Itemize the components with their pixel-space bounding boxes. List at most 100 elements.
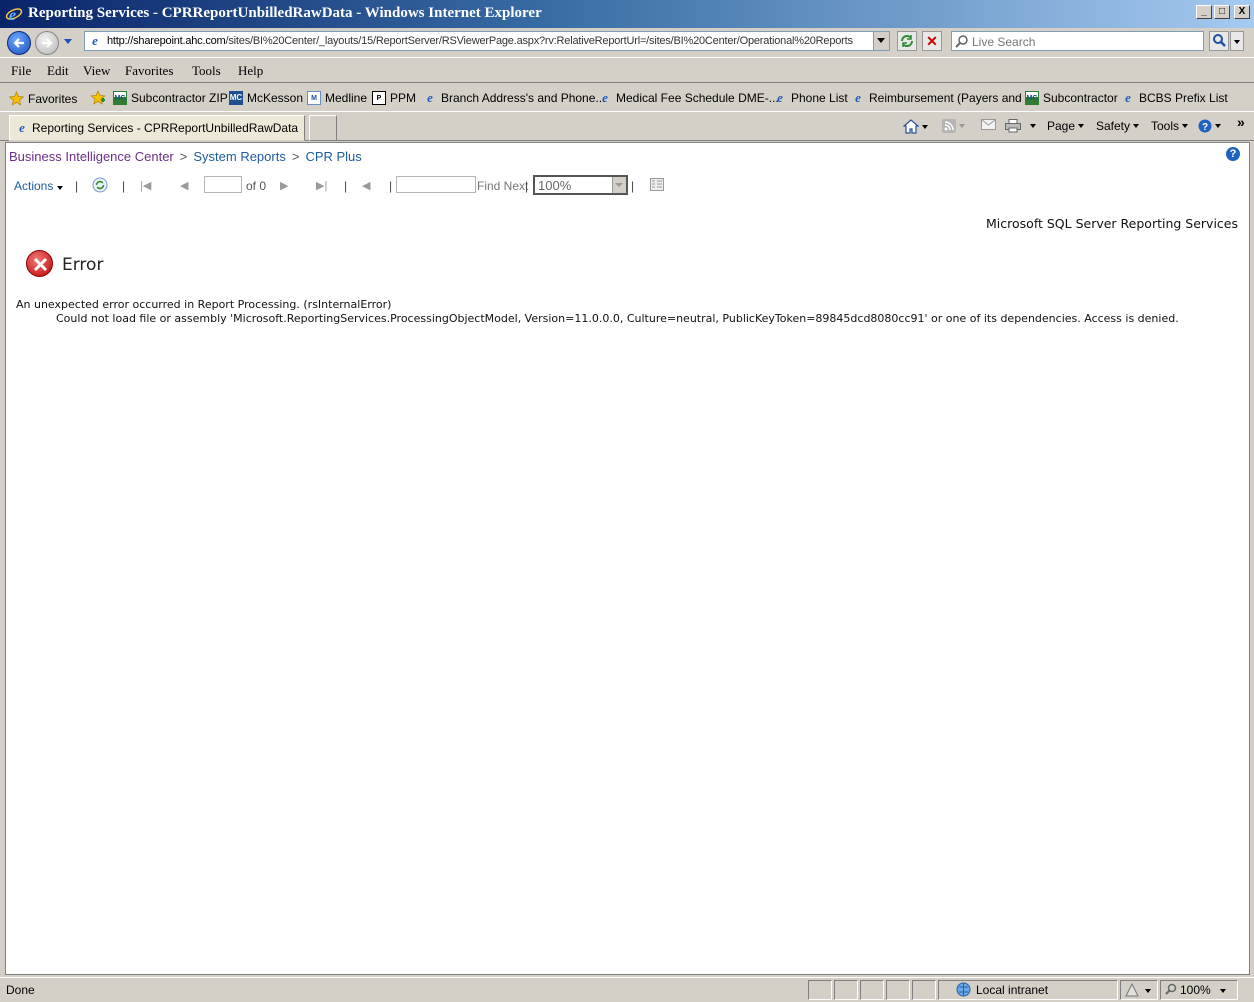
zoom-dropdown[interactable]	[612, 177, 626, 193]
chevron-down-icon[interactable]	[1220, 989, 1226, 993]
favorite-link[interactable]: MC Subcontractor	[1025, 91, 1118, 105]
address-bar[interactable]: e http://sharepoint.ahc.com/sites/BI%20C…	[84, 31, 890, 51]
page-count-label: of 0	[246, 179, 267, 193]
search-go-button[interactable]	[1209, 31, 1229, 51]
favorite-link[interactable]: P PPM	[372, 91, 416, 105]
status-cell	[860, 980, 884, 1000]
first-page-icon[interactable]: |◀	[140, 179, 151, 192]
page-icon: e	[92, 33, 98, 48]
favorite-label: Phone List	[791, 91, 848, 105]
favorite-link[interactable]: MC Subcontractor ZIP	[113, 91, 228, 105]
chevron-down-icon	[1215, 124, 1221, 128]
last-page-icon[interactable]: ▶|	[316, 179, 327, 192]
chevron-down-icon[interactable]	[959, 124, 965, 128]
chevron-down-icon	[877, 38, 885, 43]
menu-tools[interactable]: Tools	[192, 63, 221, 79]
recent-pages-dropdown-icon[interactable]	[63, 38, 73, 46]
zoom-select[interactable]: 100%	[533, 175, 628, 195]
refresh-button[interactable]	[897, 31, 917, 51]
home-button[interactable]	[903, 119, 928, 134]
title-bar: e Reporting Services - CPRReportUnbilled…	[0, 0, 1254, 28]
minimize-button[interactable]: _	[1196, 5, 1212, 19]
status-cell	[808, 980, 832, 1000]
address-url[interactable]: http://sharepoint.ahc.com/sites/BI%20Cen…	[107, 35, 871, 47]
help-icon: ?	[1198, 119, 1212, 133]
ie-page-icon: e	[777, 90, 783, 105]
favorite-link[interactable]: e Phone List	[773, 90, 848, 106]
forward-button[interactable]	[35, 31, 59, 55]
chevron-down-icon	[1078, 124, 1085, 128]
chevron-down-icon[interactable]	[1145, 989, 1151, 993]
search-options-dropdown[interactable]	[1230, 31, 1244, 51]
report-toolbar: Actions | | |◀ ◀ of 0 ▶ ▶| | ◀ | Find Ne…	[6, 173, 706, 197]
search-input[interactable]	[972, 34, 1200, 49]
page-number-input[interactable]	[204, 176, 242, 193]
favorite-label: Branch Address's and Phone...	[441, 91, 606, 105]
favorites-label: Favorites	[28, 91, 78, 106]
next-page-icon[interactable]: ▶	[280, 179, 288, 192]
favorite-label: BCBS Prefix List	[1139, 91, 1228, 105]
breadcrumb-business-intelligence-center[interactable]: Business Intelligence Center	[9, 149, 174, 164]
ie-page-icon: e	[855, 90, 861, 105]
print-button[interactable]	[1005, 119, 1036, 133]
back-button[interactable]	[7, 31, 31, 55]
stop-button[interactable]: ✕	[922, 31, 942, 51]
close-button[interactable]: X	[1234, 5, 1250, 19]
menu-file[interactable]: File	[11, 63, 31, 79]
error-detail: Could not load file or assembly 'Microso…	[56, 312, 1179, 325]
magnifier-icon	[1213, 34, 1226, 47]
favorite-label: PPM	[390, 91, 417, 105]
refresh-report-icon[interactable]	[92, 177, 108, 193]
favorite-link[interactable]: MC McKesson	[229, 91, 303, 105]
page-menu[interactable]: Page	[1047, 119, 1085, 133]
favorite-link[interactable]: e Branch Address's and Phone...	[423, 91, 606, 106]
toolbar-separator: |	[389, 179, 393, 193]
breadcrumb-cpr-plus[interactable]: CPR Plus	[305, 149, 361, 164]
menu-edit[interactable]: Edit	[47, 63, 69, 79]
back-to-parent-icon[interactable]: ◀	[362, 179, 370, 192]
tools-menu[interactable]: Tools	[1151, 119, 1189, 133]
chevron-down-icon[interactable]	[1030, 124, 1036, 128]
actions-menu[interactable]: Actions	[14, 179, 63, 193]
favorite-link[interactable]: e Reimbursement (Payers and ...	[851, 90, 1035, 106]
safety-menu-label: Safety	[1096, 119, 1131, 133]
address-dropdown[interactable]	[873, 32, 889, 50]
url-path: /sites/BI%20Center/_layouts/15/ReportSer…	[225, 35, 853, 47]
chevron-down-icon	[1234, 40, 1240, 44]
menu-favorites[interactable]: Favorites	[125, 63, 173, 79]
svg-text:e: e	[9, 7, 16, 23]
breadcrumb-separator: >	[291, 149, 300, 164]
search-icon	[955, 35, 968, 48]
safety-menu[interactable]: Safety	[1096, 119, 1140, 133]
search-box[interactable]	[951, 31, 1204, 51]
new-tab-button[interactable]	[309, 115, 337, 141]
find-next-link[interactable]: Find Next	[477, 179, 528, 193]
forward-arrow-icon	[42, 38, 53, 48]
breadcrumb-system-reports[interactable]: System Reports	[193, 149, 285, 164]
menu-view[interactable]: View	[83, 63, 110, 79]
favorite-link[interactable]: e Medical Fee Schedule DME-...	[598, 91, 779, 106]
rss-feed-icon	[942, 119, 956, 133]
page-help-icon[interactable]: ?	[1226, 147, 1240, 161]
document-map-icon[interactable]	[650, 178, 664, 191]
read-mail-button[interactable]	[981, 119, 996, 130]
menu-help[interactable]: Help	[238, 63, 263, 79]
favorite-label: Medical Fee Schedule DME-...	[616, 91, 779, 105]
previous-page-icon[interactable]: ◀	[180, 179, 188, 192]
more-commands-chevron-icon[interactable]: »	[1237, 114, 1245, 130]
error-icon	[26, 250, 53, 277]
find-text-input[interactable]	[396, 176, 476, 193]
feeds-button[interactable]	[942, 119, 965, 133]
chevron-down-icon[interactable]	[922, 124, 928, 129]
report-viewer-page: Business Intelligence Center > System Repo…	[5, 142, 1250, 975]
status-cell	[886, 980, 910, 1000]
add-favorite-icon[interactable]	[90, 90, 106, 106]
favorite-link[interactable]: e BCBS Prefix List	[1121, 91, 1228, 106]
favorite-link[interactable]: M Medline	[307, 91, 367, 105]
help-menu[interactable]: ?	[1198, 119, 1221, 133]
favorites-button[interactable]: Favorites	[9, 91, 77, 106]
back-arrow-icon	[13, 38, 24, 48]
tab-reporting-services[interactable]: e Reporting Services - CPRReportUnbilled…	[9, 115, 305, 141]
maximize-button[interactable]: □	[1214, 5, 1230, 19]
menu-bar: File Edit View Favorites Tools Help	[0, 57, 1254, 83]
